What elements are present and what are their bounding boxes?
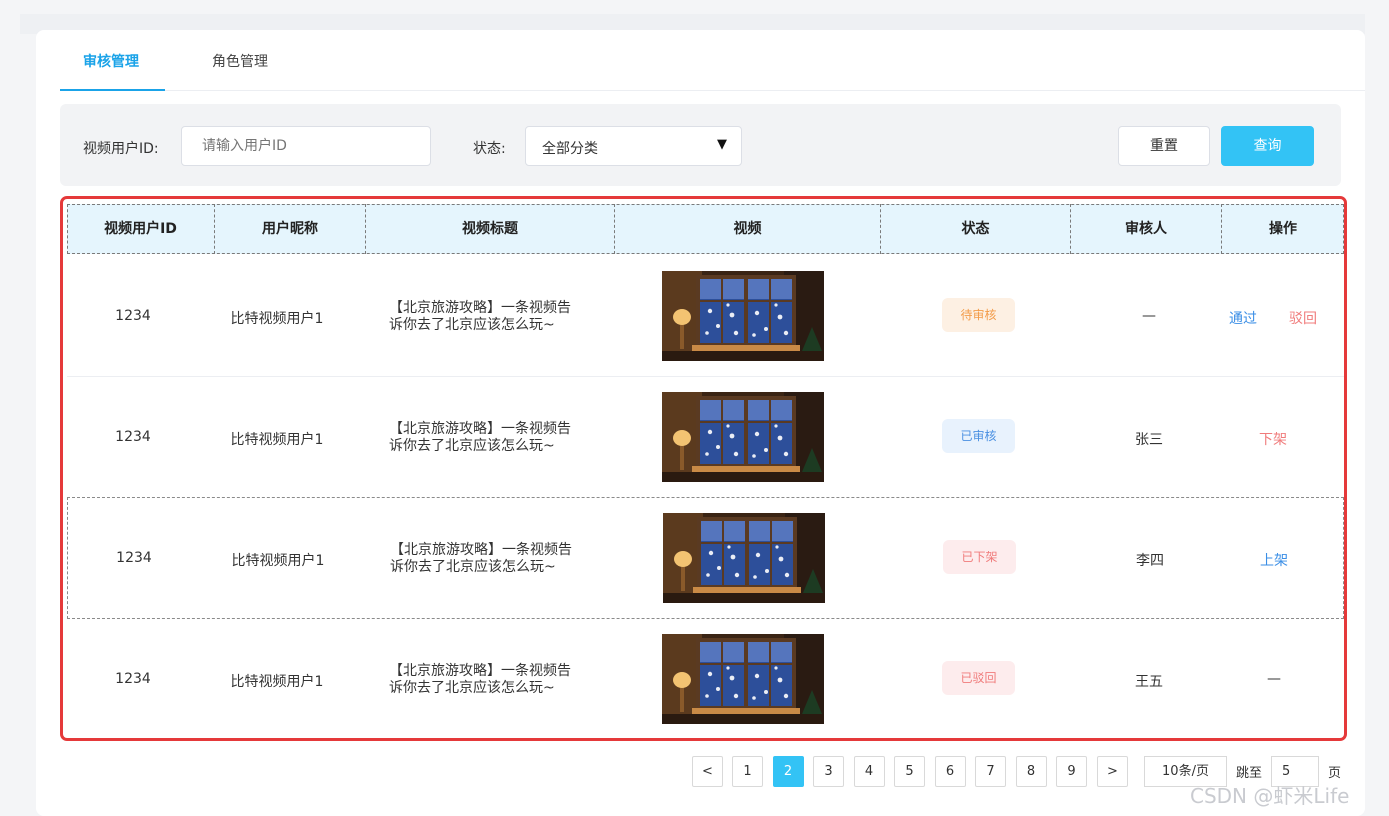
cell-title: 【北京旅游攻略】一条视频告 诉你去了北京应该怎么玩~ xyxy=(389,421,571,454)
cell-title: 【北京旅游攻略】一条视频告 诉你去了北京应该怎么玩~ xyxy=(390,542,572,575)
page-button[interactable]: 4 xyxy=(853,756,885,787)
page-button[interactable]: 3 xyxy=(813,756,844,787)
cell-user-id: 1234 xyxy=(115,671,151,687)
cell-user-id: 1234 xyxy=(115,308,151,324)
cell-reviewer: 李四 xyxy=(1136,553,1164,569)
user-id-input[interactable] xyxy=(181,126,431,166)
video-thumbnail[interactable] xyxy=(662,271,824,361)
no-action: — xyxy=(1267,671,1281,687)
header-video: 视频 xyxy=(615,204,881,254)
cell-reviewer: 张三 xyxy=(1135,432,1163,448)
page-button[interactable]: 5 xyxy=(894,756,925,787)
table-row: 1234 比特视频用户1 【北京旅游攻略】一条视频告 诉你去了北京应该怎么玩~ 已… xyxy=(67,497,1344,619)
header-actions: 操作 xyxy=(1269,221,1297,237)
cell-reviewer: 王五 xyxy=(1135,674,1163,690)
status-select-value: 全部分类 xyxy=(542,141,598,157)
table-row: 1234 比特视频用户1 【北京旅游攻略】一条视频告 诉你去了北京应该怎么玩~ 待… xyxy=(67,256,1344,376)
cell-nickname: 比特视频用户1 xyxy=(231,553,325,569)
page-button[interactable]: 9 xyxy=(1056,756,1087,787)
page-button[interactable]: 6 xyxy=(934,756,966,787)
cell-user-id: 1234 xyxy=(116,550,152,566)
reset-button[interactable]: 重置 xyxy=(1118,126,1210,166)
header-nickname: 用户昵称 xyxy=(215,204,366,254)
status-badge-offline: 已下架 xyxy=(943,540,1016,574)
status-badge-rejected: 已驳回 xyxy=(942,661,1015,695)
cell-title: 【北京旅游攻略】一条视频告 诉你去了北京应该怎么玩~ xyxy=(389,300,571,333)
page-button[interactable]: 7 xyxy=(975,756,1006,787)
cell-title: 【北京旅游攻略】一条视频告 诉你去了北京应该怎么玩~ xyxy=(389,663,571,696)
approve-link[interactable]: 通过 xyxy=(1229,308,1257,328)
status-label: 状态: xyxy=(473,141,506,157)
video-thumbnail[interactable] xyxy=(663,513,825,603)
watermark: CSDN @虾米Life xyxy=(1190,784,1350,808)
status-select[interactable]: 全部分类 ▼ xyxy=(525,126,742,166)
jump-label: 跳至 xyxy=(1236,766,1263,781)
page-button[interactable]: 1 xyxy=(732,756,763,787)
active-tab-indicator xyxy=(60,89,165,91)
table-row: 1234 比特视频用户1 【北京旅游攻略】一条视频告 诉你去了北京应该怎么玩~ 已… xyxy=(67,619,1344,738)
header-title: 视频标题 xyxy=(366,204,615,254)
cell-reviewer: — xyxy=(1142,308,1156,324)
page-suffix: 页 xyxy=(1328,766,1342,781)
take-down-link[interactable]: 下架 xyxy=(1259,429,1287,449)
tab-role-management[interactable]: 角色管理 xyxy=(212,51,268,71)
next-page-button[interactable]: > xyxy=(1097,756,1128,787)
status-badge-approved: 已审核 xyxy=(942,419,1015,453)
cell-nickname: 比特视频用户1 xyxy=(230,311,324,327)
reject-link[interactable]: 驳回 xyxy=(1289,308,1317,328)
review-table: 视频用户ID 用户昵称 视频标题 视频 状态 审核人 操作 1234 比特视频用… xyxy=(60,196,1347,741)
header-user-id: 视频用户ID xyxy=(67,204,215,254)
header-reviewer: 审核人 xyxy=(1071,204,1222,254)
video-thumbnail[interactable] xyxy=(662,634,824,724)
page-button[interactable]: 8 xyxy=(1015,756,1047,787)
prev-page-button[interactable]: < xyxy=(692,756,723,787)
page-button[interactable]: 2 xyxy=(772,756,804,787)
status-badge-pending: 待审核 xyxy=(942,298,1015,332)
table-row: 1234 比特视频用户1 【北京旅游攻略】一条视频告 诉你去了北京应该怎么玩~ 已… xyxy=(67,377,1344,497)
tab-review-management[interactable]: 审核管理 xyxy=(83,51,139,71)
cell-nickname: 比特视频用户1 xyxy=(230,432,324,448)
tab-bar: 审核管理 角色管理 xyxy=(60,40,1365,91)
cell-user-id: 1234 xyxy=(115,429,151,445)
table-header-row: 视频用户ID 用户昵称 视频标题 视频 状态 审核人 操作 xyxy=(67,204,1344,254)
cell-nickname: 比特视频用户1 xyxy=(230,674,324,690)
query-button[interactable]: 查询 xyxy=(1221,126,1314,166)
put-on-link[interactable]: 上架 xyxy=(1260,550,1288,570)
video-thumbnail[interactable] xyxy=(662,392,824,482)
user-id-label: 视频用户ID: xyxy=(83,141,159,157)
header-status: 状态 xyxy=(881,204,1071,254)
caret-down-icon: ▼ xyxy=(717,137,727,152)
